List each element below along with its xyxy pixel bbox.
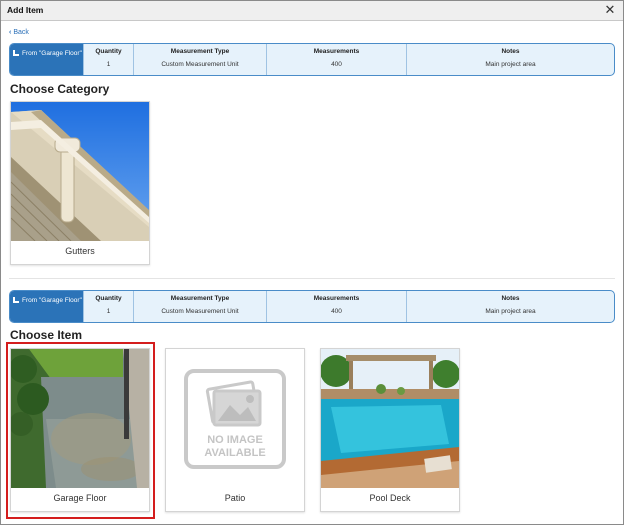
- gutters-photo: [11, 102, 149, 241]
- quantity-header: Quantity: [95, 48, 122, 55]
- section-divider: [9, 278, 615, 279]
- back-link[interactable]: ‹ Back: [9, 29, 29, 36]
- notes-value: Main project area: [485, 61, 536, 68]
- notes-header: Notes: [501, 48, 520, 55]
- item-card-label: Pool Deck: [369, 493, 411, 503]
- measurement-type-header: Measurement Type: [170, 295, 230, 302]
- dialog-title: Add Item: [7, 5, 44, 15]
- no-image-placeholder: NO IMAGE AVAILABLE: [166, 349, 304, 488]
- from-label: From "Garage Floor": [22, 50, 82, 57]
- measurement-type-value: Custom Measurement Unit: [161, 61, 239, 68]
- measurements-header: Measurements: [313, 295, 360, 302]
- source-icon: [13, 50, 19, 56]
- item-card-label: Garage Floor: [53, 493, 107, 503]
- chevron-left-icon: ‹: [9, 29, 12, 36]
- measurement-type-value: Custom Measurement Unit: [161, 308, 239, 315]
- measurements-header: Measurements: [313, 48, 360, 55]
- notes-column: Notes Main project area: [406, 291, 614, 322]
- item-card-pool-deck[interactable]: Pool Deck: [320, 348, 460, 512]
- notes-header: Notes: [501, 295, 520, 302]
- back-label: Back: [13, 29, 29, 36]
- add-item-dialog: Add Item ✕ ‹ Back From "Garage Floor" Qua…: [0, 0, 624, 525]
- measurement-type-header: Measurement Type: [170, 48, 230, 55]
- item-summary-bar: From "Garage Floor" Quantity 1 Measureme…: [9, 290, 615, 323]
- quantity-value: 1: [106, 308, 111, 315]
- dialog-titlebar: Add Item ✕: [1, 1, 623, 21]
- item-card-patio[interactable]: NO IMAGE AVAILABLE Patio: [165, 348, 305, 512]
- choose-category-title: Choose Category: [10, 82, 110, 96]
- quantity-value: 1: [106, 61, 111, 68]
- pool-deck-photo: [321, 349, 459, 488]
- measurement-type-column: Measurement Type Custom Measurement Unit: [133, 291, 266, 322]
- item-card-label: Patio: [224, 493, 246, 503]
- no-image-text-line1: NO IMAGE: [207, 434, 263, 446]
- measurement-type-column: Measurement Type Custom Measurement Unit: [133, 44, 266, 75]
- quantity-header: Quantity: [95, 295, 122, 302]
- item-summary-bar: From "Garage Floor" Quantity 1 Measureme…: [9, 43, 615, 76]
- quantity-column: Quantity 1: [83, 44, 133, 75]
- no-image-text-line2: AVAILABLE: [204, 447, 265, 459]
- category-card-gutters[interactable]: Gutters: [10, 101, 150, 265]
- item-card-garage-floor[interactable]: Garage Floor: [10, 348, 150, 512]
- source-icon: [13, 297, 19, 303]
- measurements-column: Measurements 400: [266, 44, 406, 75]
- notes-column: Notes Main project area: [406, 44, 614, 75]
- close-icon[interactable]: ✕: [603, 2, 617, 18]
- from-label: From "Garage Floor": [22, 297, 82, 304]
- notes-value: Main project area: [485, 308, 536, 315]
- quantity-column: Quantity 1: [83, 291, 133, 322]
- from-source-tag: From "Garage Floor": [10, 291, 83, 322]
- measurements-value: 400: [331, 61, 342, 68]
- measurements-column: Measurements 400: [266, 291, 406, 322]
- measurements-value: 400: [331, 308, 342, 315]
- choose-item-title: Choose Item: [10, 328, 83, 342]
- category-card-label: Gutters: [65, 246, 95, 256]
- from-source-tag: From "Garage Floor": [10, 44, 83, 75]
- garage-floor-photo: [11, 349, 149, 488]
